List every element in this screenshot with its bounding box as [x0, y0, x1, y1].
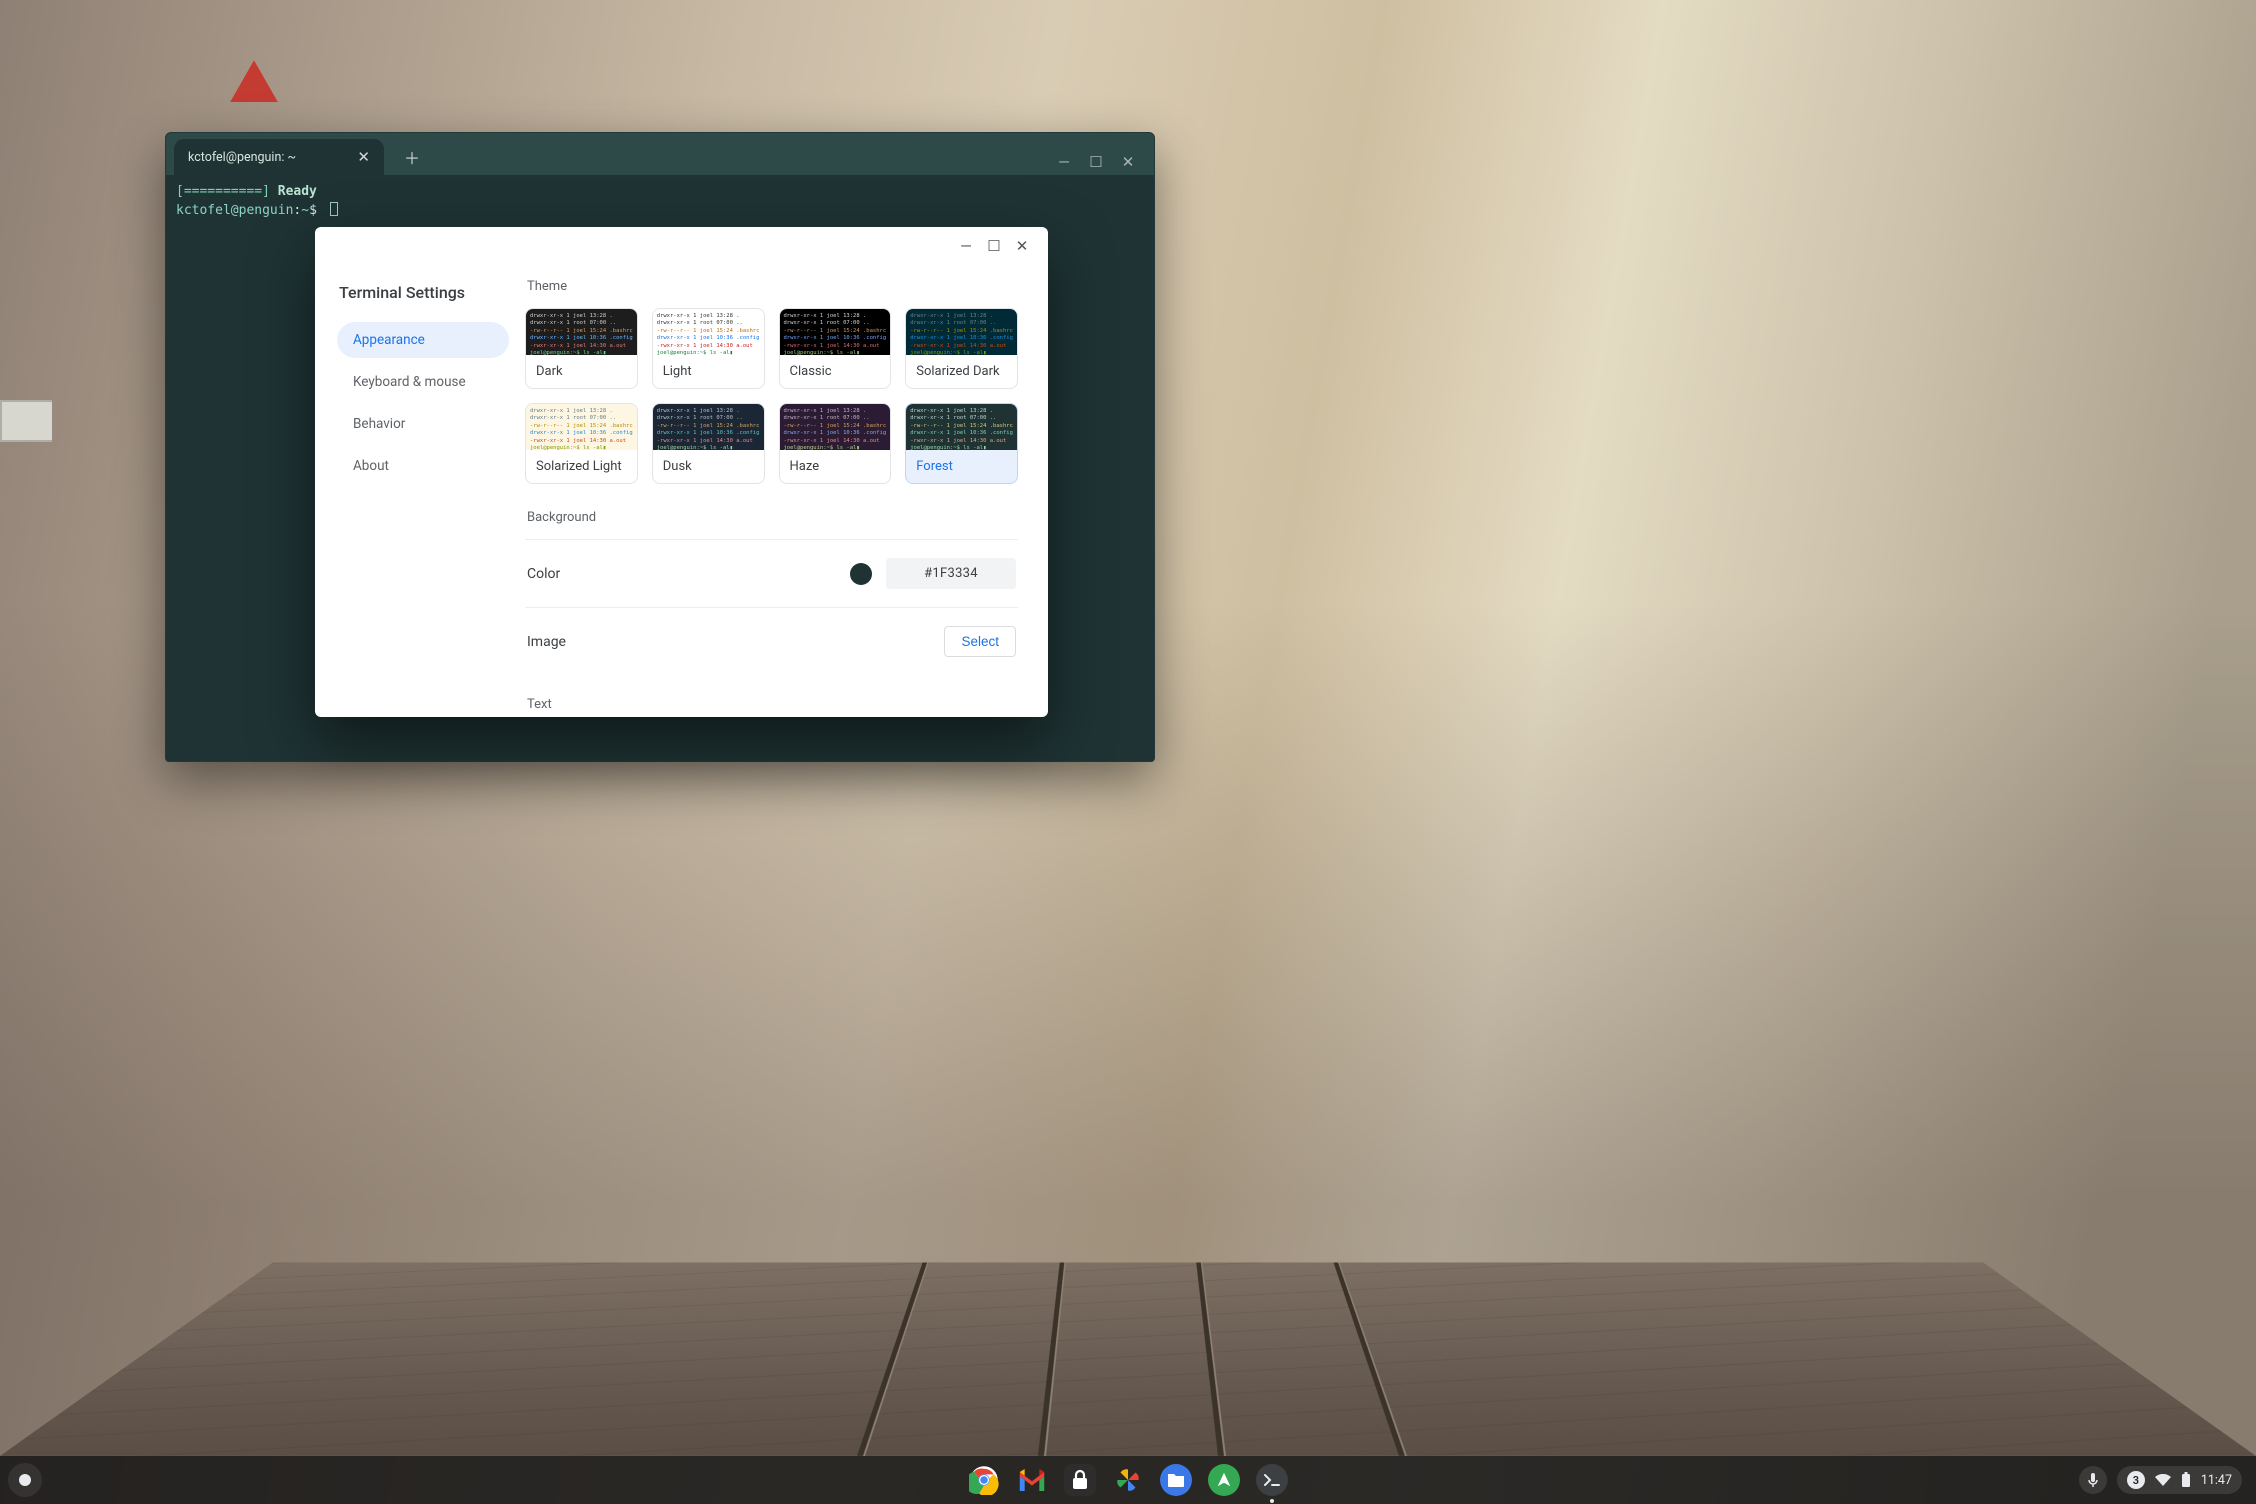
theme-name: Dusk	[653, 450, 764, 483]
folder-icon	[1167, 1472, 1185, 1488]
theme-name: Solarized Light	[526, 450, 637, 483]
terminal-tabstrip: kctofel@penguin: ~ ✕ ＋ — ☐ ✕	[166, 133, 1154, 175]
select-image-button[interactable]: Select	[944, 626, 1016, 657]
terminal-prompt-line: kctofel@penguin:~$	[176, 202, 1144, 221]
theme-thumb: drwxr-xr-x 1 joel 13:28 . drwxr-xr-x 1 r…	[526, 404, 637, 450]
app-files[interactable]	[1160, 1464, 1192, 1496]
clock: 11:47	[2201, 1473, 2232, 1488]
nav-about[interactable]: About	[337, 448, 509, 484]
theme-name: Light	[653, 355, 764, 388]
theme-thumb: drwxr-xr-x 1 joel 13:28 . drwxr-xr-x 1 r…	[526, 309, 637, 355]
theme-name: Haze	[780, 450, 891, 483]
mic-icon	[2087, 1472, 2099, 1488]
section-background-label: Background	[527, 510, 1018, 525]
theme-thumb: drwxr-xr-x 1 joel 13:28 . drwxr-xr-x 1 r…	[780, 404, 891, 450]
theme-thumb: drwxr-xr-x 1 joel 13:28 . drwxr-xr-x 1 r…	[906, 404, 1017, 450]
background-image-row: Image Select	[525, 607, 1018, 675]
gmail-icon	[1017, 1469, 1047, 1491]
maximize-icon[interactable]: ☐	[980, 237, 1008, 255]
prompt-path: ~	[301, 203, 309, 218]
terminal-line: [==========] Ready	[176, 183, 1144, 202]
theme-card-haze[interactable]: drwxr-xr-x 1 joel 13:28 . drwxr-xr-x 1 r…	[779, 403, 892, 484]
close-icon[interactable]: ✕	[1008, 237, 1036, 255]
terminal-cursor	[330, 202, 338, 216]
settings-sidebar: Terminal Settings Appearance Keyboard & …	[315, 265, 525, 717]
nav-behavior[interactable]: Behavior	[337, 406, 509, 442]
theme-card-solarized-light[interactable]: drwxr-xr-x 1 joel 13:28 . drwxr-xr-x 1 r…	[525, 403, 638, 484]
ready-brackets: [==========]	[176, 184, 270, 199]
chrome-icon	[969, 1465, 999, 1495]
terminal-body[interactable]: [==========] Ready kctofel@penguin:~$	[166, 175, 1154, 229]
app-authenticator[interactable]	[1064, 1464, 1096, 1496]
theme-name: Forest	[906, 450, 1017, 483]
lock-icon	[1071, 1469, 1089, 1491]
theme-thumb: drwxr-xr-x 1 joel 13:28 . drwxr-xr-x 1 r…	[653, 309, 764, 355]
launcher-icon	[19, 1474, 31, 1486]
wallpaper-sign	[230, 60, 278, 102]
close-window-icon[interactable]: ✕	[1114, 153, 1142, 171]
theme-name: Solarized Dark	[906, 355, 1017, 388]
ready-label: Ready	[278, 184, 317, 199]
app-gmail[interactable]	[1016, 1464, 1048, 1496]
chromeos-shelf: 3 11:47	[0, 1456, 2256, 1504]
terminal-tab-title: kctofel@penguin: ~	[188, 150, 296, 165]
terminal-settings-window: — ☐ ✕ Terminal Settings Appearance Keybo…	[315, 227, 1048, 717]
nav-appearance[interactable]: Appearance	[337, 322, 509, 358]
theme-card-classic[interactable]: drwxr-xr-x 1 joel 13:28 . drwxr-xr-x 1 r…	[779, 308, 892, 389]
background-image-label: Image	[527, 634, 944, 650]
theme-card-solarized-dark[interactable]: drwxr-xr-x 1 joel 13:28 . drwxr-xr-x 1 r…	[905, 308, 1018, 389]
theme-card-dark[interactable]: drwxr-xr-x 1 joel 13:28 . drwxr-xr-x 1 r…	[525, 308, 638, 389]
wallpaper-ac-unit	[0, 400, 52, 442]
theme-card-light[interactable]: drwxr-xr-x 1 joel 13:28 . drwxr-xr-x 1 r…	[652, 308, 765, 389]
background-color-row: Color #1F3334	[525, 539, 1018, 607]
terminal-window-controls: — ☐ ✕	[1050, 153, 1154, 175]
notification-count-badge: 3	[2127, 1471, 2145, 1489]
background-color-swatch[interactable]	[850, 563, 872, 585]
theme-name: Dark	[526, 355, 637, 388]
terminal-tab[interactable]: kctofel@penguin: ~ ✕	[174, 139, 384, 175]
app-chrome[interactable]	[968, 1464, 1000, 1496]
new-tab-button[interactable]: ＋	[396, 141, 428, 173]
theme-thumb: drwxr-xr-x 1 joel 13:28 . drwxr-xr-x 1 r…	[780, 309, 891, 355]
launcher-button[interactable]	[8, 1463, 42, 1497]
app-terminal[interactable]	[1256, 1464, 1288, 1496]
wallpaper-street	[0, 1263, 2256, 1456]
settings-title: Terminal Settings	[339, 283, 509, 302]
prompt-user: kctofel@penguin	[176, 203, 293, 218]
theme-thumb: drwxr-xr-x 1 joel 13:28 . drwxr-xr-x 1 r…	[906, 309, 1017, 355]
settings-titlebar: — ☐ ✕	[315, 227, 1048, 265]
section-text-label: Text	[527, 697, 1018, 712]
theme-card-dusk[interactable]: drwxr-xr-x 1 joel 13:28 . drwxr-xr-x 1 r…	[652, 403, 765, 484]
status-tray[interactable]: 3 11:47	[2117, 1466, 2242, 1494]
section-theme-label: Theme	[527, 279, 1018, 294]
theme-card-forest[interactable]: drwxr-xr-x 1 joel 13:28 . drwxr-xr-x 1 r…	[905, 403, 1018, 484]
nav-keyboard-mouse[interactable]: Keyboard & mouse	[337, 364, 509, 400]
background-color-label: Color	[527, 566, 850, 582]
theme-name: Classic	[780, 355, 891, 388]
battery-icon	[2181, 1472, 2191, 1488]
app-maps[interactable]	[1208, 1464, 1240, 1496]
minimize-icon[interactable]: —	[1050, 153, 1078, 171]
photos-icon	[1113, 1465, 1143, 1495]
maximize-icon[interactable]: ☐	[1082, 153, 1110, 171]
background-color-value[interactable]: #1F3334	[886, 558, 1016, 589]
settings-content[interactable]: Theme drwxr-xr-x 1 joel 13:28 . drwxr-xr…	[525, 265, 1048, 717]
terminal-icon	[1263, 1473, 1281, 1487]
wifi-icon	[2155, 1474, 2171, 1486]
theme-grid: drwxr-xr-x 1 joel 13:28 . drwxr-xr-x 1 r…	[525, 308, 1018, 484]
theme-thumb: drwxr-xr-x 1 joel 13:28 . drwxr-xr-x 1 r…	[653, 404, 764, 450]
shelf-apps	[968, 1464, 1288, 1496]
prompt-suffix: $	[309, 203, 317, 218]
close-icon[interactable]: ✕	[357, 148, 370, 166]
shelf-status-area[interactable]: 3 11:47	[2079, 1466, 2256, 1494]
app-photos[interactable]	[1112, 1464, 1144, 1496]
navigation-icon	[1215, 1471, 1233, 1489]
assistant-mic-button[interactable]	[2079, 1466, 2107, 1494]
minimize-icon[interactable]: —	[952, 237, 980, 255]
